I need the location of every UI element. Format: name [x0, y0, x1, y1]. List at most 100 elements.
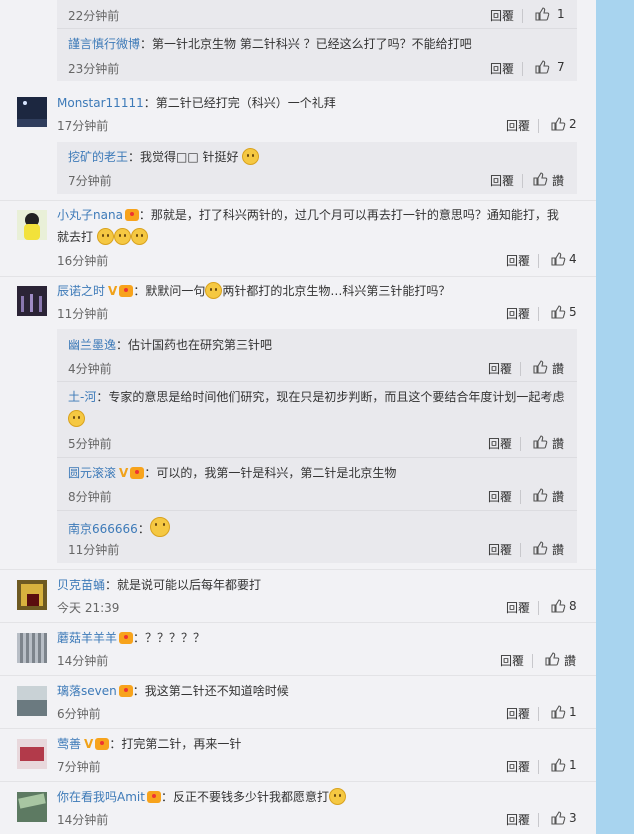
reply-button[interactable]: 回覆	[506, 599, 530, 616]
user-name[interactable]: 圆元滚滚	[68, 466, 116, 480]
avatar[interactable]	[17, 97, 47, 127]
like-label[interactable]: 讚	[552, 541, 564, 558]
user-name[interactable]: 璃落seven	[57, 684, 117, 698]
sub-reply-panel: 幽兰墨逸：估计国药也在研究第三针吧 4分钟前 回覆 讚 土-河：专家的意思是给时…	[57, 329, 577, 563]
avatar[interactable]	[17, 633, 47, 663]
sub-reply-panel: 挖矿的老王：我觉得□□ 针挺好 7分钟前 回覆 讚	[57, 142, 577, 194]
user-name[interactable]: 莺善	[57, 737, 81, 751]
user-name[interactable]: 幽兰墨逸	[68, 338, 116, 352]
like-count: 5	[569, 305, 577, 319]
comment-time: 17分钟前	[57, 119, 109, 133]
user-name[interactable]: 謹言慎行微博	[68, 37, 140, 51]
comment-text: ：打完第二针，再来一针	[109, 737, 242, 751]
comment-time: 7分钟前	[68, 174, 112, 188]
reply-button[interactable]: 回覆	[506, 758, 530, 775]
reply-button[interactable]: 回覆	[488, 488, 512, 505]
user-name[interactable]: 贝克苗蛹	[57, 578, 105, 592]
user-name[interactable]: 辰诺之时	[57, 284, 105, 298]
divider	[57, 28, 577, 29]
thumbs-up-icon[interactable]	[532, 540, 548, 556]
reply-button[interactable]: 回覆	[506, 305, 530, 322]
like-count: 2	[569, 117, 577, 131]
like-count: 3	[569, 811, 577, 825]
divider	[0, 569, 596, 570]
like-label[interactable]: 讚	[552, 360, 564, 377]
comment-time: 6分钟前	[57, 707, 101, 721]
like-label[interactable]: 讚	[552, 435, 564, 452]
comment-text: ：我这第二针还不知道啥时候	[132, 684, 289, 698]
user-name[interactable]: 蘑菇羊羊羊	[57, 631, 117, 645]
emoji-icon	[68, 410, 85, 427]
comment-line: 挖矿的老王：我觉得□□ 针挺好	[68, 148, 260, 166]
avatar[interactable]	[17, 210, 47, 240]
emoji-icon	[328, 788, 346, 805]
thumbs-up-icon[interactable]	[544, 651, 560, 667]
comment-time: 14分钟前	[57, 813, 109, 827]
thumbs-up-icon[interactable]	[550, 704, 566, 720]
thumbs-up-icon[interactable]	[550, 810, 566, 826]
comment-time: 5分钟前	[68, 437, 112, 451]
like-count: 1	[557, 7, 565, 21]
thumbs-up-icon[interactable]	[550, 116, 566, 132]
thumbs-up-icon[interactable]	[534, 59, 550, 75]
reply-button[interactable]: 回覆	[490, 172, 514, 189]
thumbs-up-icon[interactable]	[550, 304, 566, 320]
thumbs-up-icon[interactable]	[550, 757, 566, 773]
thumbs-up-icon[interactable]	[532, 434, 548, 450]
verified-v-icon: V	[119, 466, 129, 480]
user-name[interactable]: 土-河	[68, 390, 96, 404]
thumbs-up-icon[interactable]	[534, 6, 550, 22]
divider	[57, 381, 577, 382]
like-count: 7	[557, 60, 565, 74]
comment-text: ：第一针北京生物 第二针科兴 ？已经这么打了吗？不能给打吧	[140, 37, 472, 51]
like-label[interactable]: 讚	[552, 488, 564, 505]
user-name[interactable]: 你在看我吗Amit	[57, 790, 145, 804]
reply-button[interactable]: 回覆	[500, 652, 524, 669]
divider	[520, 362, 521, 376]
reply-button[interactable]: 回覆	[488, 435, 512, 452]
comment-line: 謹言慎行微博：第一针北京生物 第二针科兴 ？已经这么打了吗？不能给打吧	[68, 35, 472, 53]
comment-time: 7分钟前	[57, 760, 101, 774]
comment-text: 两针都打的北京生物…科兴第三针能打吗？	[222, 284, 451, 298]
reply-button[interactable]: 回覆	[506, 705, 530, 722]
user-name[interactable]: Monstar11111	[57, 96, 144, 110]
avatar[interactable]	[17, 792, 47, 822]
comment-line: 蘑菇羊羊羊 ：？？？？？	[57, 629, 205, 647]
avatar[interactable]	[17, 286, 47, 316]
comment-time: 22分钟前	[68, 9, 120, 23]
avatar[interactable]	[17, 739, 47, 769]
user-name[interactable]: 南京666666	[68, 522, 138, 536]
thumbs-up-icon[interactable]	[550, 251, 566, 267]
comment-text: ：反正不要钱多少针我都愿意打	[160, 790, 329, 804]
emoji-icon	[149, 517, 170, 537]
comment-line: 你在看我吗Amit ：反正不要钱多少针我都愿意打	[57, 788, 346, 806]
reply-button[interactable]: 回覆	[488, 541, 512, 558]
avatar[interactable]	[17, 686, 47, 716]
reply-button[interactable]: 回覆	[490, 7, 514, 24]
reply-button[interactable]: 回覆	[488, 360, 512, 377]
like-count: 1	[569, 758, 577, 772]
vip-badge-icon	[130, 467, 145, 479]
divider	[522, 9, 523, 23]
thumbs-up-icon[interactable]	[532, 171, 548, 187]
thumbs-up-icon[interactable]	[532, 359, 548, 375]
like-label[interactable]: 讚	[564, 652, 576, 669]
divider	[520, 543, 521, 557]
avatar[interactable]	[17, 580, 47, 610]
like-label[interactable]: 讚	[552, 172, 564, 189]
vip-badge-icon	[119, 285, 134, 297]
user-name[interactable]: 挖矿的老王	[68, 150, 128, 164]
user-name[interactable]: 小丸子nana	[57, 208, 123, 222]
reply-button[interactable]: 回覆	[506, 811, 530, 828]
divider	[538, 707, 539, 721]
like-count: 1	[569, 705, 577, 719]
thumbs-up-icon[interactable]	[550, 598, 566, 614]
divider	[538, 119, 539, 133]
like-count: 4	[569, 252, 577, 266]
thumbs-up-icon[interactable]	[532, 487, 548, 503]
comment-line: 贝克苗蛹：就是说可能以后每年都要打	[57, 576, 261, 594]
reply-button[interactable]: 回覆	[506, 117, 530, 134]
reply-button[interactable]: 回覆	[490, 60, 514, 77]
reply-button[interactable]: 回覆	[506, 252, 530, 269]
comment-line: 小丸子nana ：那就是，打了科兴两针的，过几个月可以再去打一针的意思吗？通知能打…	[57, 204, 567, 248]
